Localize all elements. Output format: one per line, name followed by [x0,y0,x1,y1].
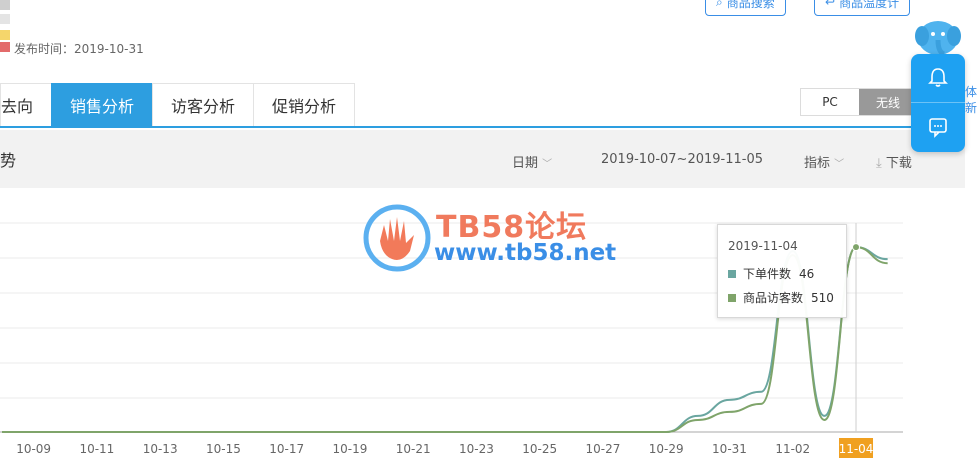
date-dropdown[interactable]: 日期 ﹀ [512,152,552,171]
x-tick-label: 10-21 [396,442,431,456]
chart-tooltip: 2019-11-04 下单件数 46 商品访客数 510 [717,224,847,318]
tab-direction[interactable]: 去向 [0,83,53,126]
color-swatch-gray [0,0,10,10]
x-tick-label: 10-31 [712,442,747,456]
x-tick-label: 10-29 [649,442,684,456]
x-tick-label: 10-09 [16,442,51,456]
product-thermometer-button[interactable]: ↩ 商品温度计 [814,0,911,16]
x-tick-label: 11-02 [775,442,810,456]
x-tick-label: 10-23 [459,442,494,456]
legend-square-visitors [728,293,736,302]
mascot-elephant-icon[interactable] [914,16,962,58]
x-tick-label: 10-13 [143,442,178,456]
analysis-tabs: 去向 销售分析 访客分析 促销分析 [0,83,356,127]
floating-action-panel [911,54,965,152]
tooltip-date: 2019-11-04 [728,239,798,253]
product-search-button[interactable]: ⌕ 商品搜索 [705,0,786,16]
x-axis-ticks: 10-09 10-11 10-13 10-15 10-17 10-19 10-21 10-23… [16,438,873,458]
tooltip-orders-value: 46 [799,266,815,281]
legend-square-orders [728,269,736,278]
metric-label: 指标 [804,156,831,171]
panel-divider [911,102,965,103]
chat-icon[interactable] [927,116,949,138]
watermark-hand-logo [363,204,431,272]
tooltip-visitors-name: 商品访客数 [743,291,804,305]
return-arrow-icon: ↩ [825,0,836,9]
bell-icon[interactable] [927,66,949,88]
metric-dropdown[interactable]: 指标 ﹀ [804,152,844,171]
x-tick-label: 10-19 [332,442,367,456]
tooltip-orders-name: 下单件数 [743,267,792,281]
product-thermometer-label: 商品温度计 [839,0,900,10]
series-point-1 [852,243,861,252]
date-range: 2019-10-07~2019-11-05 [601,152,763,167]
product-search-label: 商品搜索 [726,0,775,10]
download-icon: ⤓ [876,156,882,171]
x-tick-label: 10-27 [586,442,621,456]
color-swatch-red [0,42,10,52]
x-tick-label: 10-17 [269,442,304,456]
tab-visitor-analysis[interactable]: 访客分析 [152,83,255,126]
download-button[interactable]: ⤓ 下载 [876,152,912,171]
chevron-down-icon: ﹀ [542,159,553,170]
x-tick-label: 10-11 [79,442,114,456]
tab-promotion-analysis[interactable]: 促销分析 [253,83,356,126]
color-swatch-lightgray [0,14,10,24]
device-pc-button[interactable]: PC [801,89,859,115]
chart-title: 势 [0,151,17,170]
download-label: 下载 [885,156,912,171]
x-tick-label: 11-04 [839,442,874,456]
search-icon: ⌕ [716,0,723,9]
tab-underline [0,126,965,128]
device-toggle: PC 无线 [800,88,918,116]
tooltip-row-visitors: 商品访客数 510 [728,289,834,306]
tooltip-visitors-value: 510 [811,290,834,305]
color-swatch-yellow [0,30,10,40]
x-tick-label: 10-25 [522,442,557,456]
publish-time: 发布时间：2019-10-31 [14,42,144,56]
chevron-down-icon: ﹀ [834,159,845,170]
tab-sales-analysis[interactable]: 销售分析 [51,83,154,126]
watermark-url: www.tb58.net [434,240,617,266]
device-wireless-button[interactable]: 无线 [859,89,917,115]
date-label: 日期 [512,156,539,171]
side-text: 体新 [965,85,978,115]
x-tick-label: 10-15 [206,442,241,456]
tooltip-row-orders: 下单件数 46 [728,265,814,282]
